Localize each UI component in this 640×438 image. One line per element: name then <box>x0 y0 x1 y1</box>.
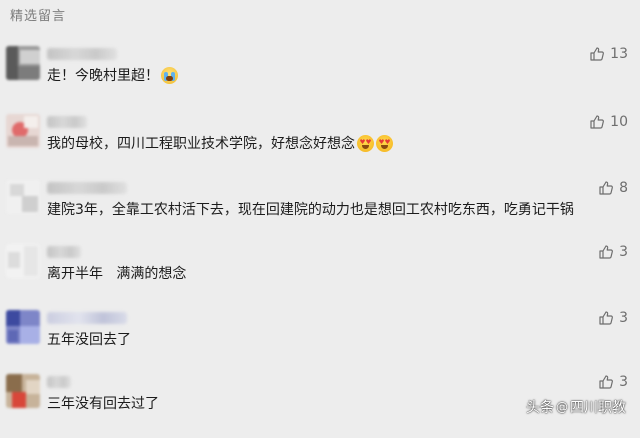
avatar[interactable] <box>6 374 40 408</box>
comment-text: 建院3年，全靠工农村活下去，现在回建院的动力也是想回工农村吃东西，吃勇记干锅 <box>47 202 574 218</box>
thumbs-up-icon <box>599 375 614 389</box>
nickname-blurred <box>47 376 71 388</box>
thumbs-up-icon <box>590 47 605 61</box>
like-count: 3 <box>619 244 628 260</box>
nickname-blurred <box>47 182 127 194</box>
crying-face-icon <box>161 67 178 84</box>
like-button[interactable]: 3 <box>598 310 628 326</box>
comment-text: 我的母校，四川工程职业技术学院，好想念好想念 <box>47 133 393 153</box>
nickname-blurred <box>47 48 117 60</box>
like-count: 8 <box>619 180 628 196</box>
avatar[interactable] <box>6 244 40 278</box>
section-title: 精选留言 <box>10 9 67 24</box>
thumbs-up-icon <box>599 245 614 259</box>
at-icon: @ <box>556 400 568 414</box>
nickname-blurred <box>47 116 87 128</box>
like-button[interactable]: 13 <box>589 46 628 62</box>
nickname-blurred <box>47 246 81 258</box>
comment-text: 三年没有回去过了 <box>47 396 159 412</box>
avatar[interactable] <box>6 310 40 344</box>
avatar[interactable] <box>6 180 40 214</box>
comment-item: 离开半年 满满的想念 3 <box>0 244 640 308</box>
watermark-brand: 头条 <box>526 400 554 416</box>
like-button[interactable]: 8 <box>598 180 628 196</box>
avatar[interactable] <box>6 46 40 80</box>
comment-text: 离开半年 满满的想念 <box>47 266 187 282</box>
thumbs-up-icon <box>599 181 614 195</box>
like-button[interactable]: 3 <box>598 374 628 390</box>
comment-item: 走！今晚村里超！ 13 <box>0 46 640 110</box>
heart-eyes-face-icon <box>376 135 393 152</box>
avatar[interactable] <box>6 114 40 148</box>
thumbs-up-icon <box>599 311 614 325</box>
comment-item: 建院3年，全靠工农村活下去，现在回建院的动力也是想回工农村吃东西，吃勇记干锅 8 <box>0 180 640 244</box>
like-button[interactable]: 3 <box>598 244 628 260</box>
comment-item: 五年没回去了 3 <box>0 310 640 374</box>
nickname-blurred <box>47 312 127 324</box>
like-count: 10 <box>610 114 628 130</box>
comment-text: 五年没回去了 <box>47 332 131 348</box>
thumbs-up-icon <box>590 115 605 129</box>
like-button[interactable]: 10 <box>589 114 628 130</box>
comment-text: 走！今晚村里超！ <box>47 65 178 85</box>
heart-eyes-face-icon <box>357 135 374 152</box>
like-count: 13 <box>610 46 628 62</box>
watermark-account: 四川职教 <box>570 400 626 416</box>
like-count: 3 <box>619 310 628 326</box>
comment-item: 我的母校，四川工程职业技术学院，好想念好想念 10 <box>0 114 640 178</box>
like-count: 3 <box>619 374 628 390</box>
watermark: 头条 @ 四川职教 <box>526 397 626 417</box>
